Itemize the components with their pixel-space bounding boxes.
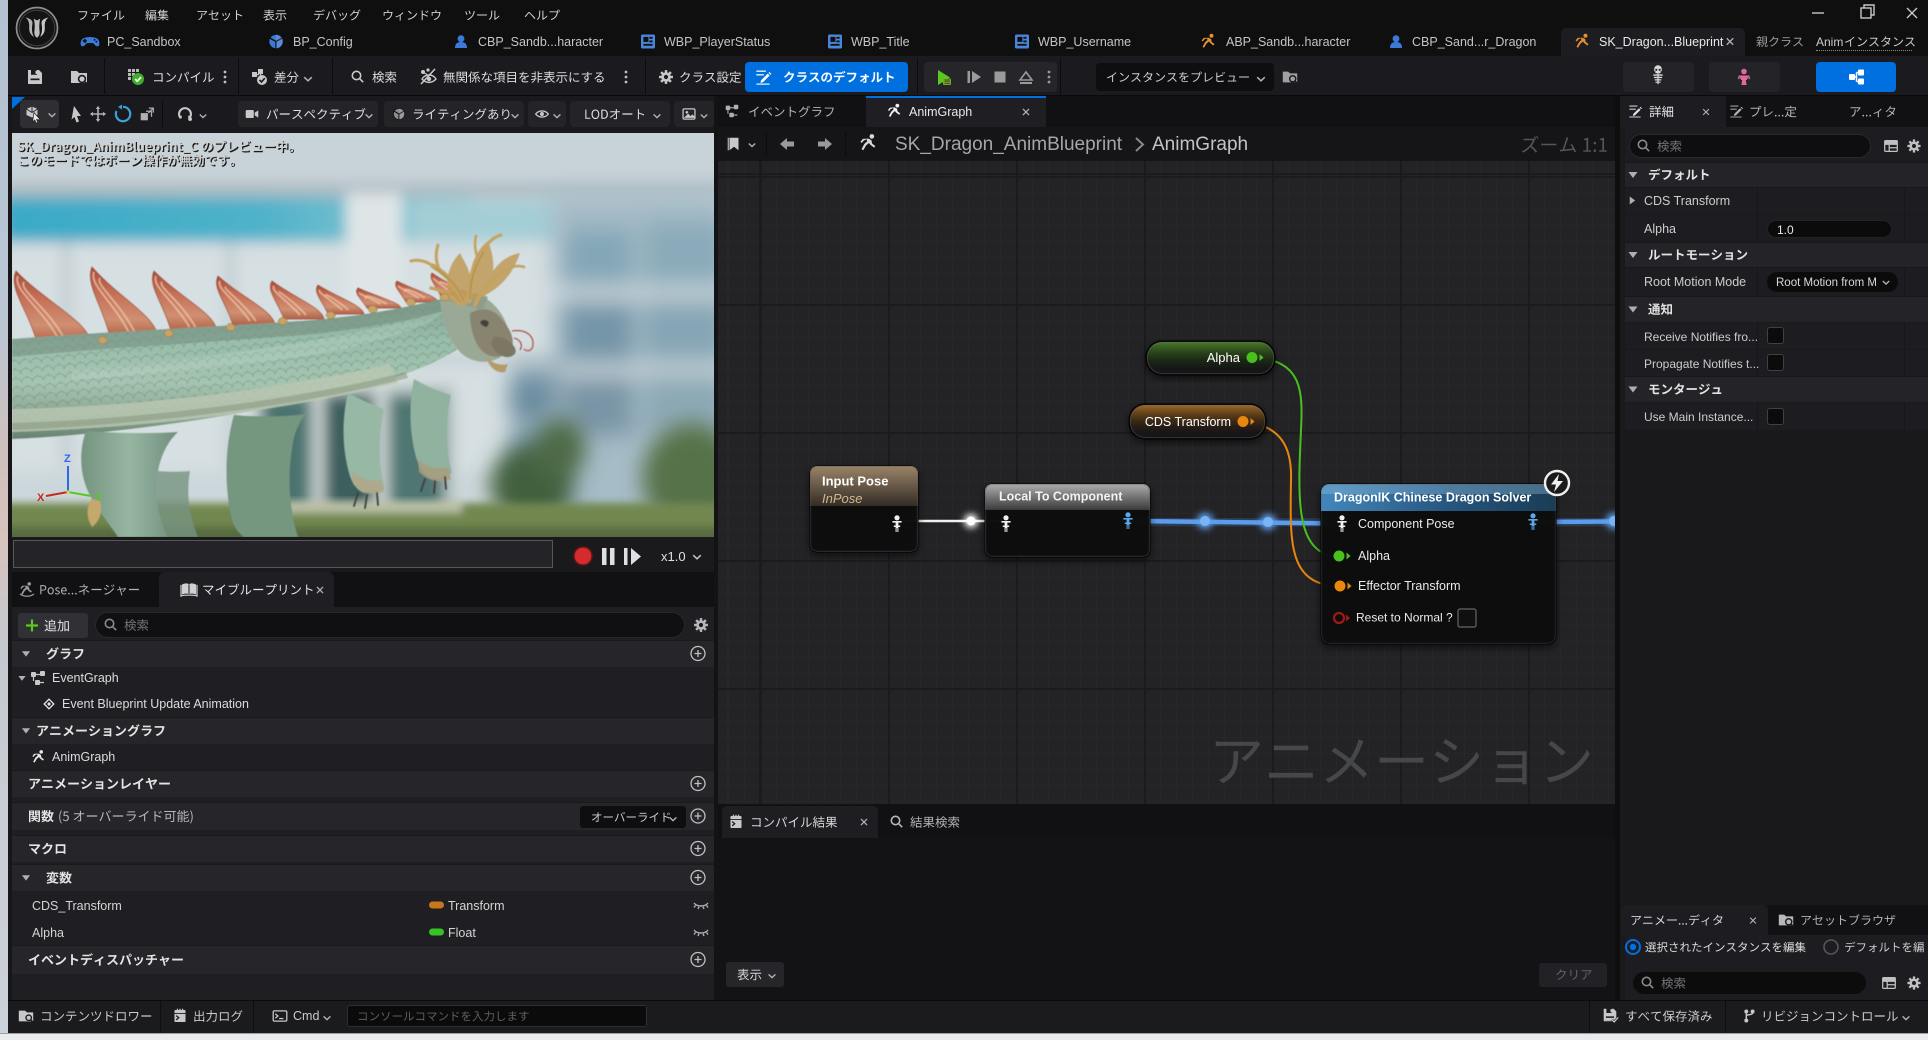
svg-text:InPose: InPose	[822, 491, 862, 506]
svg-text:Component Pose: Component Pose	[1358, 517, 1455, 531]
svg-text:Z: Z	[64, 453, 71, 465]
svg-text:Y: Y	[95, 492, 103, 504]
svg-text:Local To Component: Local To Component	[999, 490, 1123, 504]
svg-text:Alpha: Alpha	[1358, 549, 1390, 563]
svg-text:X: X	[37, 492, 45, 504]
svg-text:Effector Transform: Effector Transform	[1358, 579, 1461, 593]
svg-text:CDS Transform: CDS Transform	[1145, 415, 1231, 429]
svg-text:Input Pose: Input Pose	[822, 474, 888, 489]
svg-text:Alpha: Alpha	[1207, 350, 1241, 365]
svg-text:DragonIK Chinese Dragon Solver: DragonIK Chinese Dragon Solver	[1334, 491, 1531, 505]
svg-text:Reset to Normal ?: Reset to Normal ?	[1356, 611, 1453, 625]
